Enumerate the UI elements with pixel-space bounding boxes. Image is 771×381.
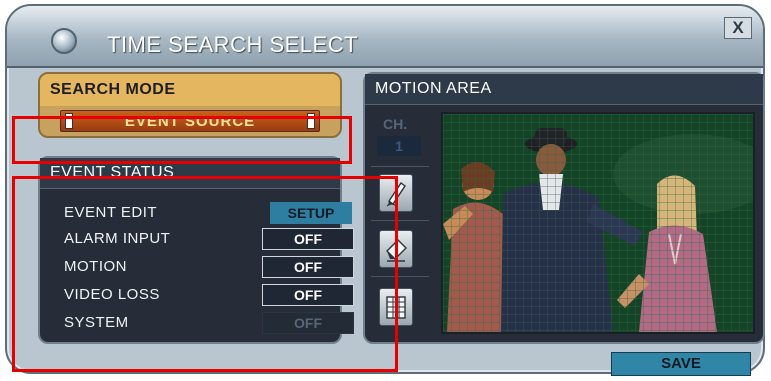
search-mode-heading: SEARCH MODE bbox=[40, 74, 340, 106]
search-mode-panel: SEARCH MODE EVENT SOURCE bbox=[38, 72, 342, 138]
pencil-tool-button[interactable] bbox=[379, 174, 413, 212]
video-loss-label: VIDEO LOSS bbox=[64, 286, 160, 303]
event-source-select[interactable]: EVENT SOURCE bbox=[60, 110, 320, 132]
alarm-input-label: ALARM INPUT bbox=[64, 230, 171, 247]
motion-preview-video[interactable] bbox=[441, 112, 755, 334]
spin-left-icon[interactable] bbox=[65, 113, 73, 129]
event-edit-label: EVENT EDIT bbox=[64, 204, 158, 221]
video-loss-toggle[interactable]: OFF bbox=[262, 284, 354, 306]
title-orb-icon bbox=[51, 28, 77, 54]
window-title: TIME SEARCH SELECT bbox=[107, 32, 359, 57]
eraser-tool-button[interactable] bbox=[379, 230, 413, 268]
grid-icon bbox=[386, 296, 406, 319]
system-label: SYSTEM bbox=[64, 314, 129, 331]
system-row: SYSTEM OFF bbox=[64, 312, 354, 334]
tool-divider bbox=[371, 276, 429, 277]
tool-divider bbox=[371, 220, 429, 221]
event-status-heading: EVENT STATUS bbox=[40, 158, 340, 189]
event-source-value: EVENT SOURCE bbox=[124, 112, 256, 130]
channel-label: CH. bbox=[383, 116, 408, 132]
system-toggle: OFF bbox=[262, 312, 354, 334]
close-button[interactable]: X bbox=[724, 17, 752, 39]
grid-tool-button[interactable] bbox=[379, 288, 413, 326]
spin-right-icon[interactable] bbox=[307, 113, 315, 129]
motion-toggle[interactable]: OFF bbox=[262, 256, 354, 278]
event-edit-setup-button[interactable]: SETUP bbox=[270, 202, 352, 224]
eraser-icon bbox=[386, 239, 407, 262]
tool-divider bbox=[371, 166, 429, 167]
channel-value[interactable]: 1 bbox=[377, 136, 421, 156]
motion-label: MOTION bbox=[64, 258, 127, 275]
pencil-icon bbox=[386, 181, 406, 207]
motion-area-panel: MOTION AREA CH. 1 bbox=[363, 72, 765, 344]
video-loss-row: VIDEO LOSS OFF bbox=[64, 284, 354, 306]
title-bar: TIME SEARCH SELECT X bbox=[7, 6, 763, 68]
alarm-input-toggle[interactable]: OFF bbox=[262, 228, 354, 250]
save-button[interactable]: SAVE bbox=[611, 352, 751, 376]
video-frame-illustration bbox=[443, 114, 753, 332]
motion-row: MOTION OFF bbox=[64, 256, 354, 278]
event-status-panel: EVENT STATUS EVENT EDIT SETUP ALARM INPU… bbox=[38, 156, 354, 344]
motion-area-heading: MOTION AREA bbox=[365, 74, 763, 105]
alarm-input-row: ALARM INPUT OFF bbox=[64, 228, 354, 250]
event-edit-row: EVENT EDIT SETUP bbox=[64, 202, 352, 224]
